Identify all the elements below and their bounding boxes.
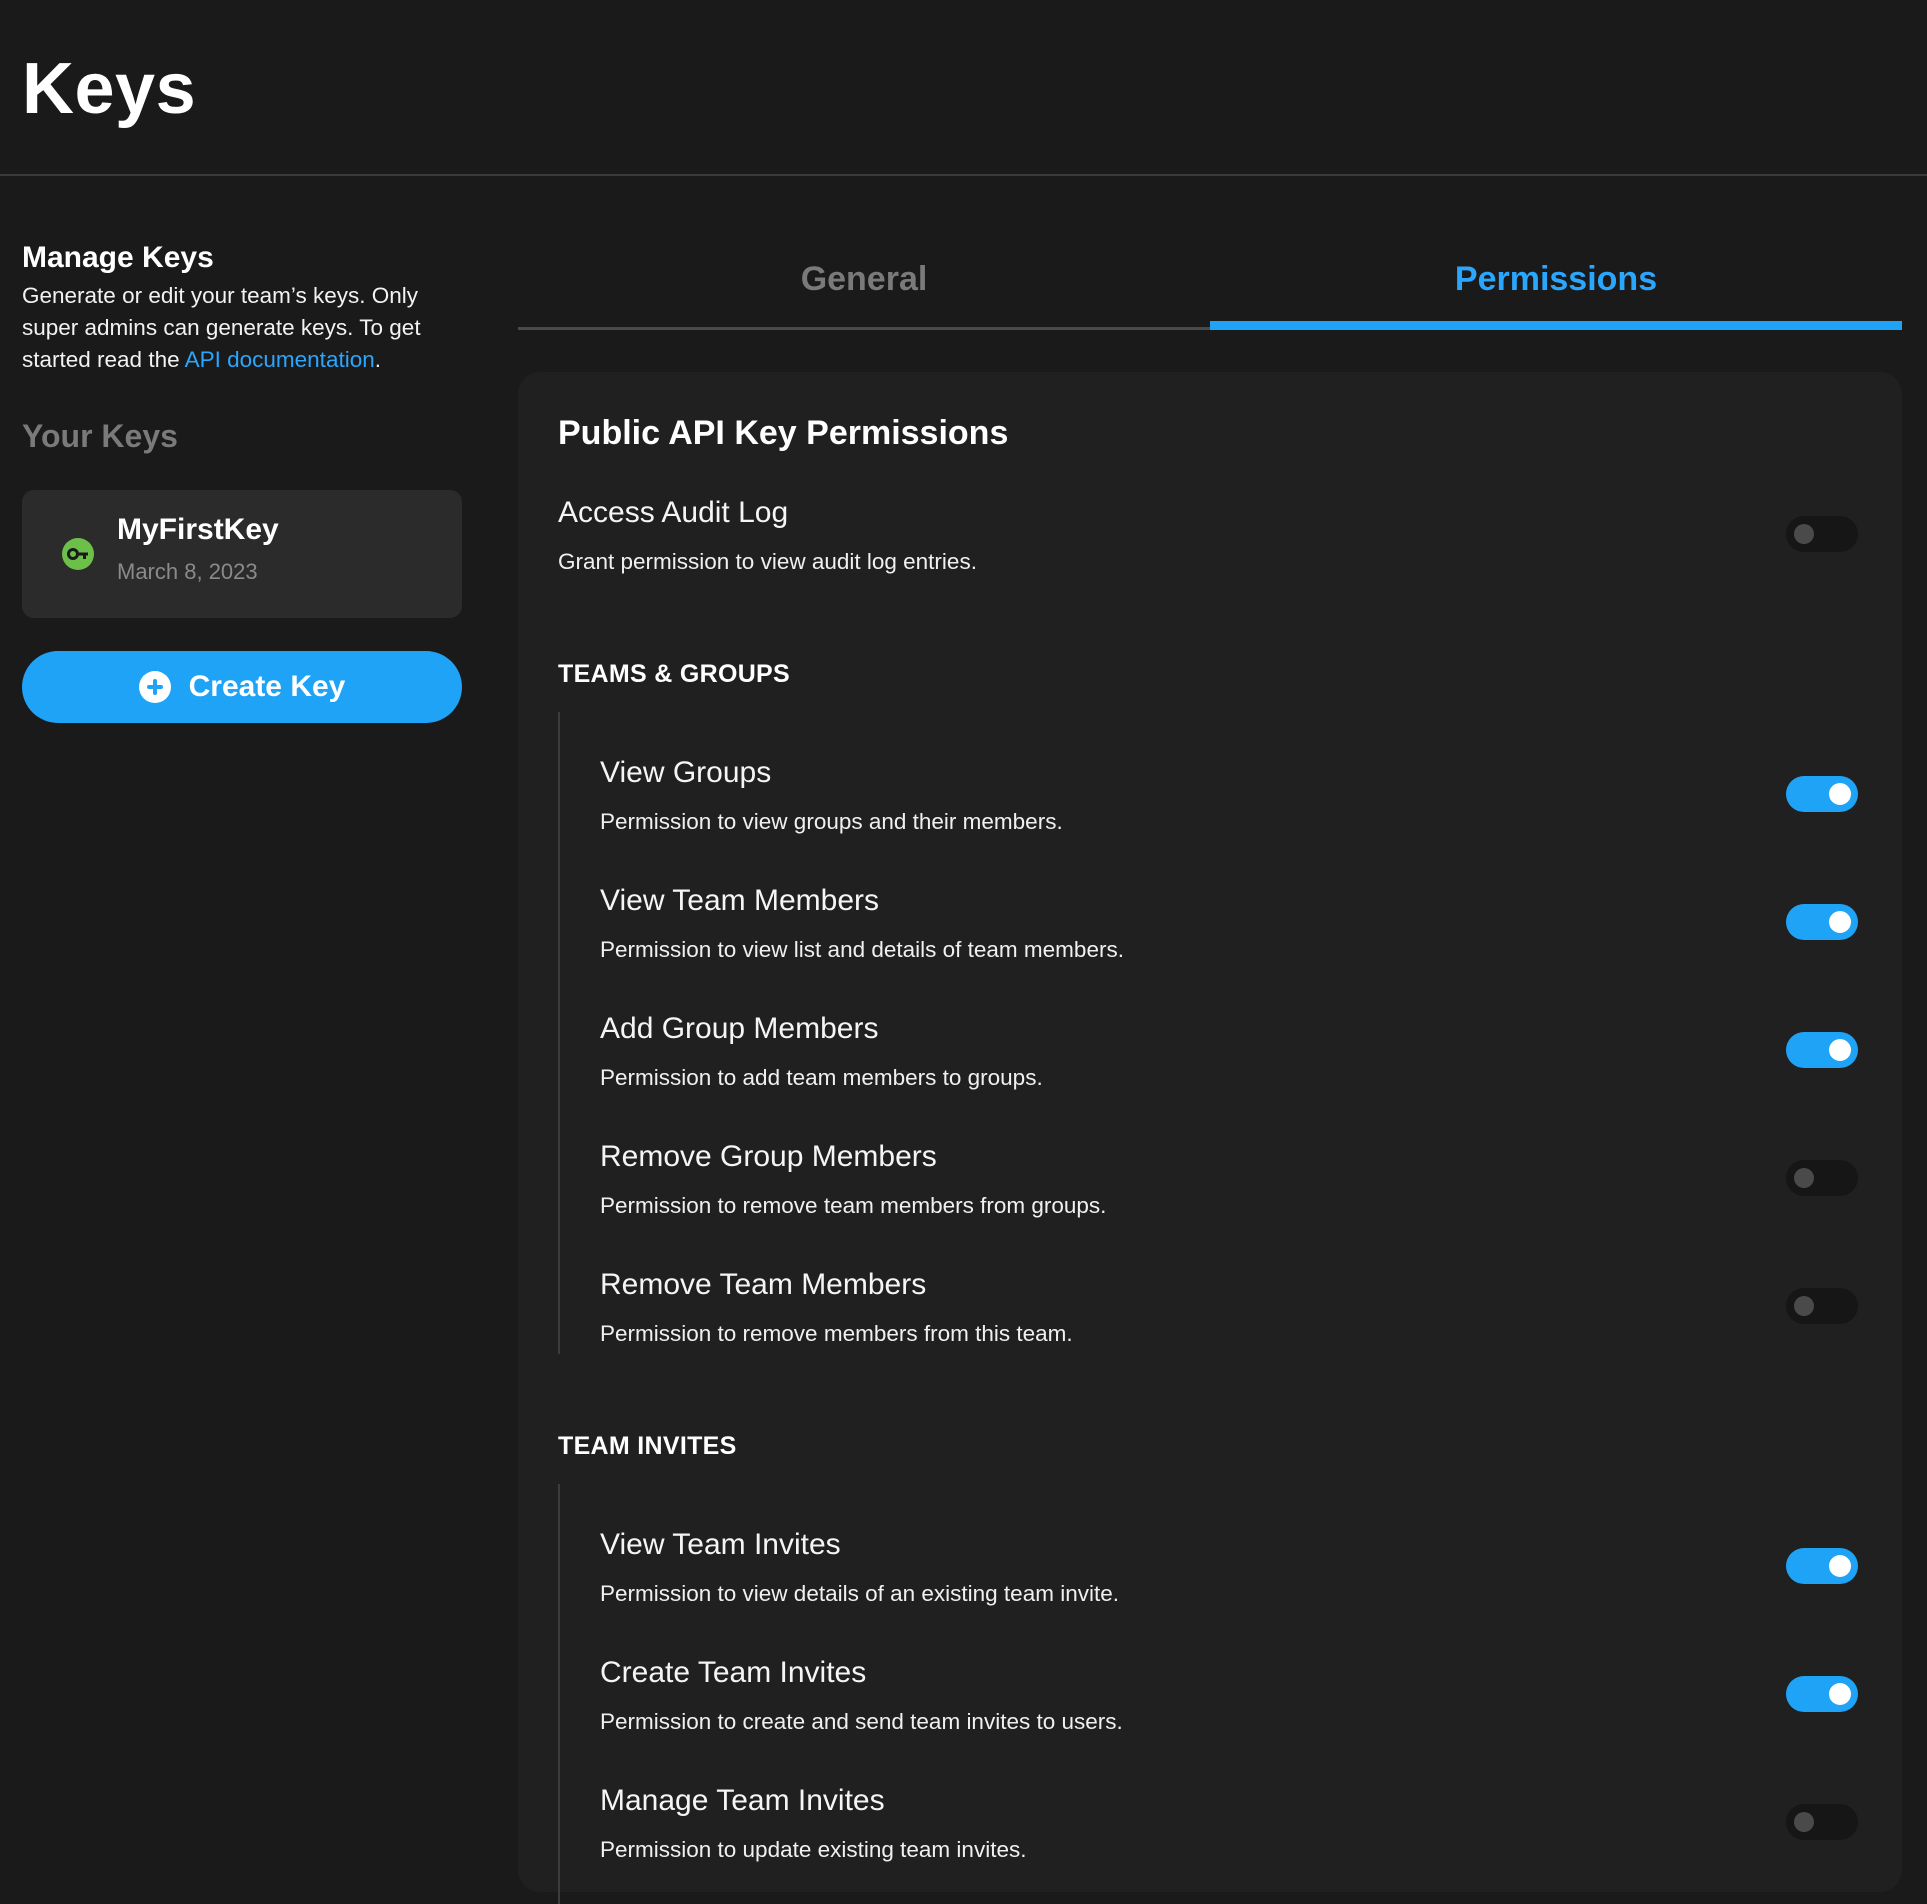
permission-description: Permission to view list and details of t… [600,937,1124,962]
key-icon [62,538,94,570]
permission-view-groups: View Groups Permission to view groups an… [600,754,1858,854]
permission-title: Manage Team Invites [600,1784,885,1817]
permission-title: View Groups [600,756,772,789]
permission-description: Permission to remove team members from g… [600,1193,1107,1218]
permission-view-team-invites: View Team Invites Permission to view det… [600,1526,1858,1626]
permission-title: Remove Team Members [600,1268,927,1301]
remove-group-members-toggle[interactable] [1786,1160,1858,1196]
view-team-members-toggle[interactable] [1786,904,1858,940]
toggle-knob [1829,783,1851,805]
permission-description: Permission to create and send team invit… [600,1709,1123,1734]
toggle-knob [1829,911,1851,933]
key-date: March 8, 2023 [117,559,258,584]
view-groups-toggle[interactable] [1786,776,1858,812]
section-heading-team-invites: TEAM INVITES [558,1432,737,1460]
permission-remove-group-members: Remove Group Members Permission to remov… [600,1138,1858,1238]
key-card-myfirstkey[interactable]: MyFirstKey March 8, 2023 [22,490,462,618]
permissions-panel: Public API Key Permissions Access Audit … [518,372,1902,1904]
section-divider [558,1484,560,1904]
permission-title: View Team Members [600,884,879,917]
permission-description: Permission to view groups and their memb… [600,809,1063,834]
permission-description: Permission to remove members from this t… [600,1321,1073,1346]
permission-create-team-invites: Create Team Invites Permission to create… [600,1654,1858,1754]
permission-access-audit-log: Access Audit Log Grant permission to vie… [558,494,1858,594]
create-key-button[interactable]: Create Key [22,651,462,723]
tab-bar: General Permissions [518,240,1902,330]
permission-title: Add Group Members [600,1012,879,1045]
permission-add-group-members: Add Group Members Permission to add team… [600,1010,1858,1110]
manage-keys-description: Generate or edit your team’s keys. Only … [22,280,462,376]
permission-manage-team-invites: Manage Team Invites Permission to update… [600,1782,1858,1882]
tab-permissions[interactable]: Permissions [1210,240,1902,330]
toggle-knob [1794,524,1814,544]
remove-team-members-toggle[interactable] [1786,1288,1858,1324]
section-divider [558,712,560,1354]
add-group-members-toggle[interactable] [1786,1032,1858,1068]
permission-view-team-members: View Team Members Permission to view lis… [600,882,1858,982]
toggle-knob [1794,1296,1814,1316]
permission-remove-team-members: Remove Team Members Permission to remove… [600,1266,1858,1366]
create-key-label: Create Key [188,670,346,703]
key-name: MyFirstKey [117,513,279,546]
your-keys-title: Your Keys [22,418,178,454]
toggle-knob [1794,1168,1814,1188]
permission-description: Grant permission to view audit log entri… [558,549,977,574]
manage-keys-description-end: . [374,347,381,372]
tab-general[interactable]: General [518,240,1210,327]
toggle-knob [1829,1039,1851,1061]
view-team-invites-toggle[interactable] [1786,1548,1858,1584]
sidebar: Manage Keys Generate or edit your team’s… [22,240,462,723]
page-title: Keys [22,49,197,129]
api-documentation-link[interactable]: API documentation [185,347,375,372]
toggle-knob [1829,1683,1851,1705]
toggle-knob [1829,1555,1851,1577]
plus-circle-icon [138,671,171,703]
manage-keys-title: Manage Keys [22,241,214,274]
toggle-knob [1794,1812,1814,1832]
permission-description: Permission to view details of an existin… [600,1581,1119,1606]
access-audit-log-toggle[interactable] [1786,516,1858,552]
permissions-panel-title: Public API Key Permissions [558,414,1009,452]
permission-title: Remove Group Members [600,1140,937,1173]
permission-title: View Team Invites [600,1528,841,1561]
permission-description: Permission to update existing team invit… [600,1837,1027,1862]
section-heading-teams-groups: TEAMS & GROUPS [558,660,790,688]
permission-description: Permission to add team members to groups… [600,1065,1043,1090]
create-team-invites-toggle[interactable] [1786,1676,1858,1712]
manage-team-invites-toggle[interactable] [1786,1804,1858,1840]
page-header: Keys [0,0,1927,176]
permission-title: Create Team Invites [600,1656,867,1689]
permission-title: Access Audit Log [558,496,789,529]
